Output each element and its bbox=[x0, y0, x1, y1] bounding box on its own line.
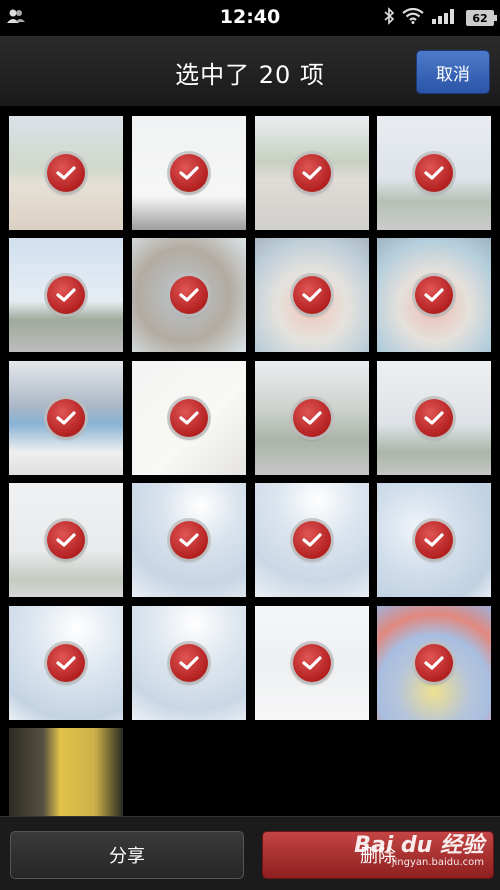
battery-icon: 62 bbox=[466, 10, 497, 26]
photo-thumbnail[interactable] bbox=[255, 116, 369, 230]
photo-thumbnail[interactable] bbox=[255, 606, 369, 720]
cancel-button[interactable]: 取消 bbox=[416, 50, 490, 94]
photo-thumbnail[interactable] bbox=[377, 116, 491, 230]
photo-thumbnail[interactable] bbox=[9, 606, 123, 720]
checkmark-icon bbox=[170, 521, 208, 559]
checkmark-icon bbox=[415, 644, 453, 682]
photo-thumbnail[interactable] bbox=[255, 361, 369, 475]
checkmark-icon bbox=[293, 276, 331, 314]
signal-icon bbox=[432, 8, 458, 28]
wifi-icon bbox=[402, 7, 424, 28]
checkmark-icon bbox=[47, 276, 85, 314]
photo-thumbnail[interactable] bbox=[132, 483, 246, 597]
photo-thumbnail[interactable] bbox=[132, 606, 246, 720]
action-bar: 分享 删除 Bai du 经验 jingyan.baidu.com bbox=[0, 816, 500, 890]
photo-thumbnail[interactable] bbox=[255, 238, 369, 352]
checkmark-icon bbox=[170, 276, 208, 314]
photo-grid bbox=[0, 106, 500, 816]
checkmark-icon bbox=[293, 644, 331, 682]
baidu-watermark: Bai du 经验 jingyan.baidu.com bbox=[354, 827, 484, 868]
photo-thumbnail[interactable] bbox=[9, 116, 123, 230]
photo-thumbnail[interactable] bbox=[377, 483, 491, 597]
photo-thumbnail[interactable] bbox=[377, 238, 491, 352]
photo-thumbnail[interactable] bbox=[9, 483, 123, 597]
checkmark-icon bbox=[293, 521, 331, 559]
photo-thumbnail[interactable] bbox=[132, 116, 246, 230]
photo-thumbnail[interactable] bbox=[377, 361, 491, 475]
checkmark-icon bbox=[47, 521, 85, 559]
checkmark-icon bbox=[415, 399, 453, 437]
checkmark-icon bbox=[415, 521, 453, 559]
checkmark-icon bbox=[47, 399, 85, 437]
checkmark-icon bbox=[47, 644, 85, 682]
photo-thumbnail[interactable] bbox=[9, 728, 123, 816]
checkmark-icon bbox=[170, 154, 208, 192]
checkmark-icon bbox=[170, 644, 208, 682]
watermark-logo: Bai du 经验 bbox=[354, 833, 484, 858]
checkmark-icon bbox=[47, 154, 85, 192]
photo-thumbnail[interactable] bbox=[377, 606, 491, 720]
checkmark-icon bbox=[170, 399, 208, 437]
checkmark-icon bbox=[415, 154, 453, 192]
photo-thumbnail[interactable] bbox=[255, 483, 369, 597]
status-bar: 12:40 62 bbox=[0, 0, 500, 36]
photo-thumbnail[interactable] bbox=[132, 361, 246, 475]
checkmark-icon bbox=[415, 276, 453, 314]
bluetooth-icon bbox=[384, 7, 395, 29]
selection-header: 选中了 20 项 取消 bbox=[0, 36, 500, 107]
share-button[interactable]: 分享 bbox=[10, 831, 244, 879]
checkmark-icon bbox=[293, 154, 331, 192]
photo-thumbnail[interactable] bbox=[132, 238, 246, 352]
photo-thumbnail[interactable] bbox=[9, 238, 123, 352]
checkmark-icon bbox=[293, 399, 331, 437]
photo-thumbnail[interactable] bbox=[9, 361, 123, 475]
